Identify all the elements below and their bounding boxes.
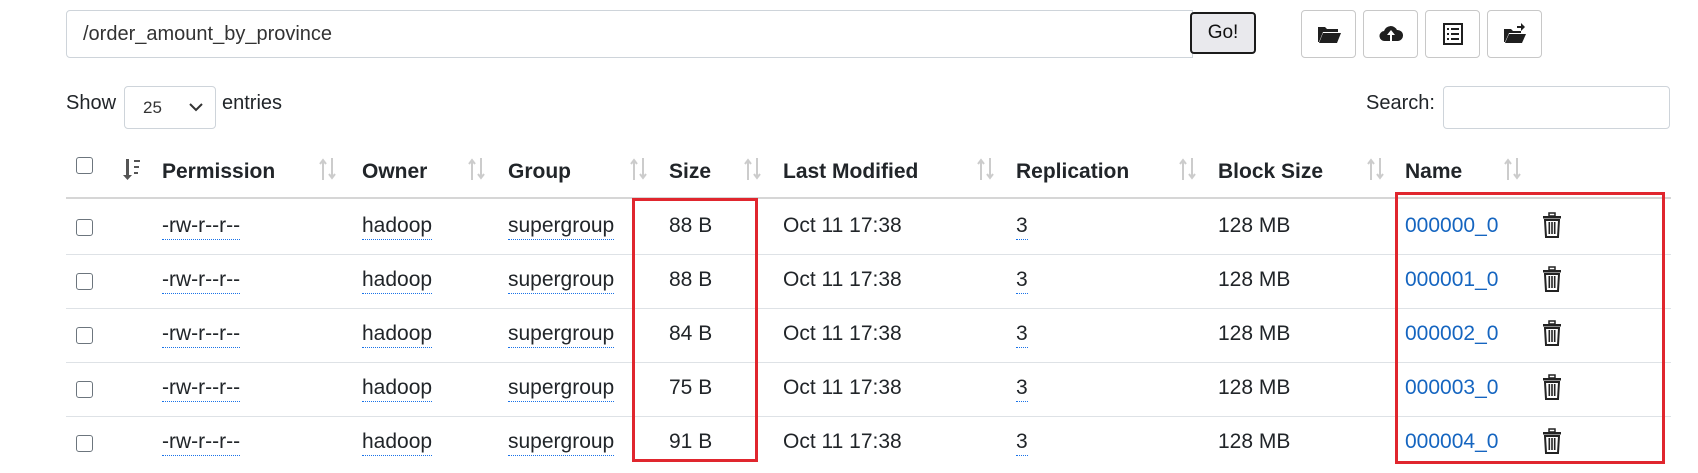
cell-group[interactable]: supergroup — [508, 322, 615, 348]
cell-owner[interactable]: hadoop — [362, 376, 433, 402]
cell-owner[interactable]: hadoop — [362, 214, 433, 240]
folder-open-icon — [1317, 27, 1341, 43]
header-group[interactable]: Group — [508, 160, 571, 184]
row-checkbox[interactable] — [76, 381, 93, 398]
row-checkbox[interactable] — [76, 327, 93, 344]
size-column-highlight — [632, 198, 758, 462]
cell-owner[interactable]: hadoop — [362, 322, 433, 348]
path-input[interactable] — [66, 10, 1193, 58]
cell-group[interactable]: supergroup — [508, 268, 615, 294]
cell-permission[interactable]: -rw-r--r-- — [162, 268, 241, 294]
header-permission[interactable]: Permission — [162, 160, 275, 184]
sort-icon[interactable] — [1365, 156, 1387, 182]
cell-group[interactable]: supergroup — [508, 430, 615, 456]
search-label: Search: — [1366, 92, 1435, 114]
sort-icon[interactable] — [466, 156, 488, 182]
cell-last-modified: Oct 11 17:38 — [783, 268, 902, 291]
cell-replication[interactable]: 3 — [1016, 268, 1028, 294]
create-directory-button[interactable] — [1301, 10, 1356, 58]
header-last-modified[interactable]: Last Modified — [783, 160, 918, 184]
row-checkbox[interactable] — [76, 435, 93, 452]
cell-last-modified: Oct 11 17:38 — [783, 430, 902, 453]
show-label: Show — [66, 92, 117, 114]
cell-replication[interactable]: 3 — [1016, 376, 1028, 402]
cell-replication[interactable]: 3 — [1016, 430, 1028, 456]
cell-block-size: 128 MB — [1218, 376, 1291, 399]
cell-replication[interactable]: 3 — [1016, 214, 1028, 240]
cell-group[interactable]: supergroup — [508, 376, 615, 402]
cell-group[interactable]: supergroup — [508, 214, 615, 240]
entries-per-page-select[interactable]: 25 — [124, 86, 216, 129]
cell-block-size: 128 MB — [1218, 214, 1291, 237]
cell-owner[interactable]: hadoop — [362, 430, 433, 456]
name-column-highlight — [1395, 192, 1665, 464]
cell-permission[interactable]: -rw-r--r-- — [162, 430, 241, 456]
search-input[interactable] — [1443, 86, 1670, 129]
view-list-button[interactable] — [1425, 10, 1480, 58]
sort-numeric-icon[interactable] — [121, 156, 143, 182]
cell-block-size: 128 MB — [1218, 268, 1291, 291]
sort-icon[interactable] — [742, 156, 764, 182]
chevron-down-icon — [189, 103, 203, 112]
header-replication[interactable]: Replication — [1016, 160, 1129, 184]
cell-replication[interactable]: 3 — [1016, 322, 1028, 348]
sort-icon[interactable] — [1177, 156, 1199, 182]
header-owner[interactable]: Owner — [362, 160, 427, 184]
cell-last-modified: Oct 11 17:38 — [783, 376, 902, 399]
sort-icon[interactable] — [975, 156, 997, 182]
sort-icon[interactable] — [317, 156, 339, 182]
cell-owner[interactable]: hadoop — [362, 268, 433, 294]
sort-icon[interactable] — [1502, 156, 1524, 182]
upload-button[interactable] — [1363, 10, 1418, 58]
cell-last-modified: Oct 11 17:38 — [783, 322, 902, 345]
select-all-checkbox[interactable] — [76, 157, 93, 174]
row-checkbox[interactable] — [76, 219, 93, 236]
cell-permission[interactable]: -rw-r--r-- — [162, 322, 241, 348]
list-icon — [1442, 23, 1463, 45]
folder-move-icon — [1503, 23, 1526, 43]
cell-permission[interactable]: -rw-r--r-- — [162, 214, 241, 240]
go-button[interactable]: Go! — [1190, 12, 1256, 54]
cell-last-modified: Oct 11 17:38 — [783, 214, 902, 237]
header-size[interactable]: Size — [669, 160, 711, 184]
cut-paste-button[interactable] — [1487, 10, 1542, 58]
entries-label: entries — [222, 92, 283, 114]
cell-block-size: 128 MB — [1218, 322, 1291, 345]
sort-icon[interactable] — [628, 156, 650, 182]
header-block-size[interactable]: Block Size — [1218, 160, 1323, 184]
entries-per-page-value: 25 — [143, 97, 162, 117]
row-checkbox[interactable] — [76, 273, 93, 290]
cloud-upload-icon — [1378, 26, 1403, 42]
header-name[interactable]: Name — [1405, 160, 1462, 184]
cell-permission[interactable]: -rw-r--r-- — [162, 376, 241, 402]
cell-block-size: 128 MB — [1218, 430, 1291, 453]
